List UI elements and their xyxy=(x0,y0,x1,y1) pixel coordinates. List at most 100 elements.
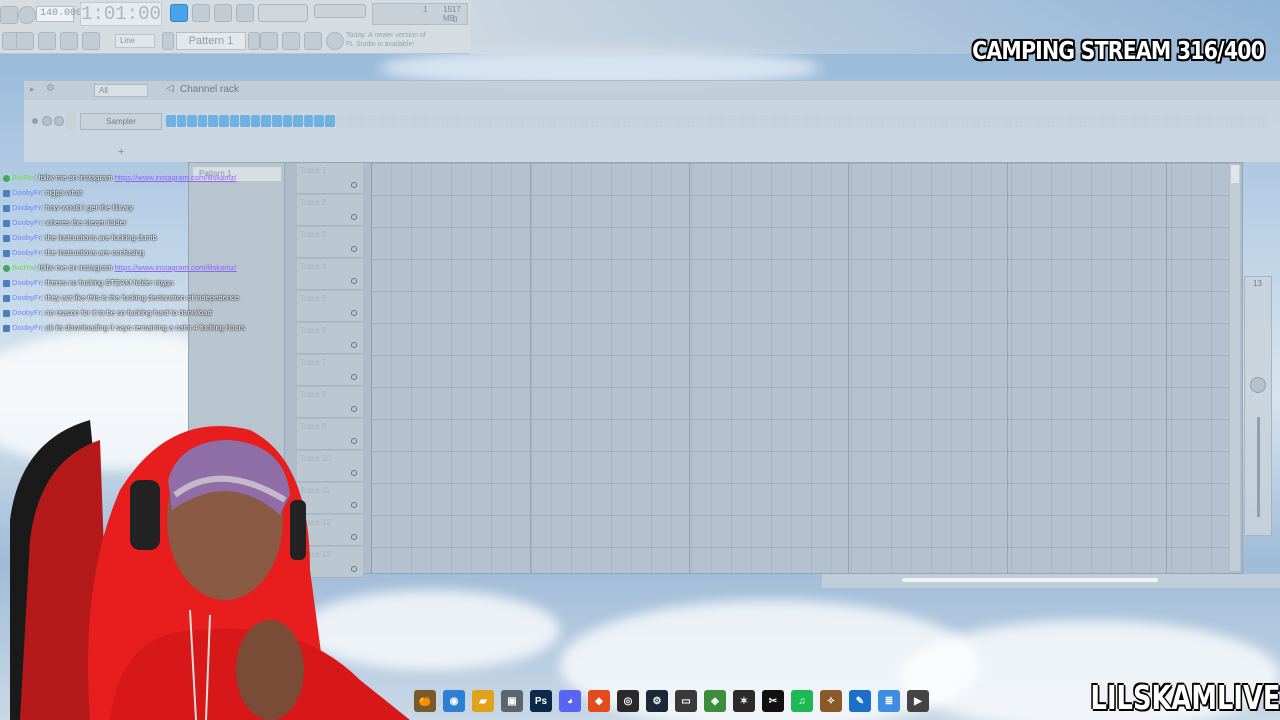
step-button[interactable] xyxy=(557,115,568,127)
step-button[interactable] xyxy=(430,115,441,127)
channel-pan-knob[interactable] xyxy=(42,116,52,126)
playlist-track-header[interactable]: Track 5 xyxy=(297,291,363,322)
track-mute-led[interactable] xyxy=(351,374,357,380)
chat-link[interactable]: https://www.instagram.com/lilskamz/ xyxy=(115,263,237,272)
metronome-button[interactable] xyxy=(170,4,188,22)
step-button[interactable] xyxy=(229,115,240,127)
file-explorer-icon[interactable]: ▰ xyxy=(472,690,494,712)
step-button[interactable] xyxy=(918,115,928,127)
playlist-icon[interactable] xyxy=(16,32,34,50)
discord-icon[interactable]: ◕ xyxy=(559,690,581,712)
step-button[interactable] xyxy=(494,115,504,127)
step-button[interactable] xyxy=(271,115,282,127)
step-button[interactable] xyxy=(388,115,399,127)
channel-rack-icon[interactable] xyxy=(60,32,78,50)
playlist-horizontal-scrollbar[interactable] xyxy=(822,574,1280,588)
step-button[interactable] xyxy=(505,115,515,127)
mixer-icon[interactable] xyxy=(38,32,56,50)
step-button[interactable] xyxy=(886,115,896,127)
step-edit-button[interactable] xyxy=(260,32,278,50)
scrollbar-thumb[interactable] xyxy=(1231,165,1239,183)
step-button[interactable] xyxy=(960,115,971,127)
step-button[interactable] xyxy=(653,115,663,127)
step-button[interactable] xyxy=(716,115,727,127)
step-button[interactable] xyxy=(1002,115,1013,127)
step-button[interactable] xyxy=(769,115,780,127)
scrollbar-thumb[interactable] xyxy=(902,578,1158,582)
step-button[interactable] xyxy=(1172,115,1182,127)
channel-volume-knob[interactable] xyxy=(54,116,64,126)
step-button[interactable] xyxy=(483,115,494,127)
step-button[interactable] xyxy=(293,115,303,127)
step-button[interactable] xyxy=(473,115,483,127)
pattern-selector[interactable]: Pattern 1 xyxy=(176,32,246,50)
step-button[interactable] xyxy=(240,115,250,127)
step-button[interactable] xyxy=(791,115,801,127)
track-mute-led[interactable] xyxy=(351,342,357,348)
slide-button[interactable] xyxy=(282,32,300,50)
loop-record-button[interactable] xyxy=(258,4,308,22)
step-button[interactable] xyxy=(1161,115,1172,127)
step-button[interactable] xyxy=(759,115,769,127)
step-button[interactable] xyxy=(1257,115,1267,127)
step-button[interactable] xyxy=(706,115,716,127)
step-button[interactable] xyxy=(610,115,621,127)
step-button[interactable] xyxy=(1246,115,1257,127)
step-button[interactable] xyxy=(208,115,218,127)
all-button[interactable] xyxy=(304,32,322,50)
game-icon[interactable]: ✧ xyxy=(820,690,842,712)
step-button[interactable] xyxy=(1204,115,1214,127)
step-button[interactable] xyxy=(1045,115,1055,127)
playlist-track-header[interactable]: Track 4 xyxy=(297,259,363,290)
step-button[interactable] xyxy=(1140,115,1151,127)
channel-filter-select[interactable]: All xyxy=(94,84,148,97)
channel-mute-led[interactable] xyxy=(32,118,38,124)
step-button[interactable] xyxy=(420,115,430,127)
step-button[interactable] xyxy=(356,115,367,127)
step-button[interactable] xyxy=(377,115,388,127)
app-icon-2[interactable]: ▭ xyxy=(675,690,697,712)
playlist-track-header[interactable]: Track 3 xyxy=(297,227,363,258)
step-button[interactable] xyxy=(621,115,632,127)
step-button[interactable] xyxy=(663,115,674,127)
step-button[interactable] xyxy=(314,115,324,127)
step-button[interactable] xyxy=(1193,115,1204,127)
step-button[interactable] xyxy=(949,115,960,127)
playlist-track-header[interactable]: Track 7 xyxy=(297,355,363,386)
step-button[interactable] xyxy=(462,115,473,127)
step-button[interactable] xyxy=(674,115,685,127)
obs-icon[interactable]: ◎ xyxy=(617,690,639,712)
step-button[interactable] xyxy=(1098,115,1108,127)
blend-notes-button[interactable] xyxy=(236,4,254,22)
step-button[interactable] xyxy=(642,115,653,127)
step-button[interactable] xyxy=(176,115,187,127)
step-button[interactable] xyxy=(1055,115,1066,127)
step-button[interactable] xyxy=(282,115,293,127)
notepad-icon[interactable]: ≣ xyxy=(878,690,900,712)
app-icon-3[interactable]: ✶ xyxy=(733,690,755,712)
step-button[interactable] xyxy=(875,115,886,127)
chrome-icon[interactable]: ◉ xyxy=(443,690,465,712)
playlist-grid[interactable] xyxy=(371,163,1229,573)
collapse-arrow-icon[interactable]: ▸ xyxy=(30,84,35,95)
step-button[interactable] xyxy=(928,115,939,127)
step-button[interactable] xyxy=(1130,115,1140,127)
snap-mode-select[interactable]: Line xyxy=(115,34,155,48)
step-button[interactable] xyxy=(1235,115,1246,127)
step-button[interactable] xyxy=(685,115,695,127)
rack-settings-icon[interactable]: ⚙ xyxy=(46,83,55,94)
step-button[interactable] xyxy=(865,115,875,127)
step-button[interactable] xyxy=(981,115,992,127)
pattern-prev-button[interactable] xyxy=(162,32,174,50)
step-button[interactable] xyxy=(600,115,610,127)
step-button[interactable] xyxy=(1034,115,1045,127)
step-button[interactable] xyxy=(1024,115,1034,127)
online-news-icon[interactable] xyxy=(326,32,344,50)
step-button[interactable] xyxy=(1013,115,1024,127)
step-button[interactable] xyxy=(303,115,314,127)
step-button[interactable] xyxy=(452,115,462,127)
menu-icon[interactable] xyxy=(0,6,18,24)
step-button[interactable] xyxy=(854,115,865,127)
step-button[interactable] xyxy=(971,115,981,127)
step-button[interactable] xyxy=(896,115,907,127)
